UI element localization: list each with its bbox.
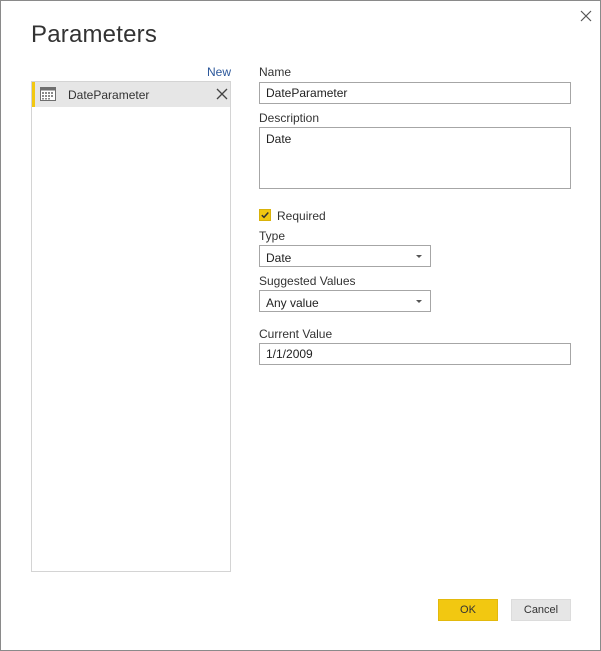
name-input[interactable] — [259, 82, 571, 104]
close-icon — [580, 10, 592, 22]
new-parameter-link[interactable]: New — [207, 65, 231, 79]
parameter-list-item[interactable]: DateParameter — [32, 82, 230, 107]
remove-parameter-icon[interactable] — [215, 87, 229, 101]
suggested-values-value: Any value — [266, 296, 319, 310]
parameters-dialog: Parameters New DateParameter Name DatePa… — [0, 0, 601, 651]
chevron-down-icon — [416, 255, 422, 258]
type-label: Type — [259, 229, 286, 243]
chevron-down-icon — [416, 300, 422, 303]
current-value-label: Current Value — [259, 327, 333, 341]
ok-button[interactable]: OK — [438, 599, 498, 621]
current-value-input[interactable] — [259, 343, 571, 365]
suggested-values-select[interactable]: Any value — [259, 290, 431, 312]
dialog-title: Parameters — [31, 21, 158, 48]
parameter-list: DateParameter — [31, 81, 231, 572]
suggested-values-label: Suggested Values — [259, 274, 356, 288]
type-select-value: Date — [266, 251, 292, 265]
cancel-button[interactable]: Cancel — [511, 599, 571, 621]
description-label: Description — [259, 111, 320, 125]
description-textarea[interactable]: Date — [259, 127, 571, 189]
checkmark-icon — [261, 211, 269, 219]
name-label: Name — [259, 65, 292, 79]
close-button[interactable] — [575, 5, 597, 27]
parameter-item-label: DateParameter — [68, 88, 150, 102]
required-label: Required — [277, 209, 326, 223]
required-checkbox[interactable] — [259, 209, 271, 221]
type-select[interactable]: Date — [259, 245, 431, 267]
calendar-table-icon — [40, 87, 56, 101]
